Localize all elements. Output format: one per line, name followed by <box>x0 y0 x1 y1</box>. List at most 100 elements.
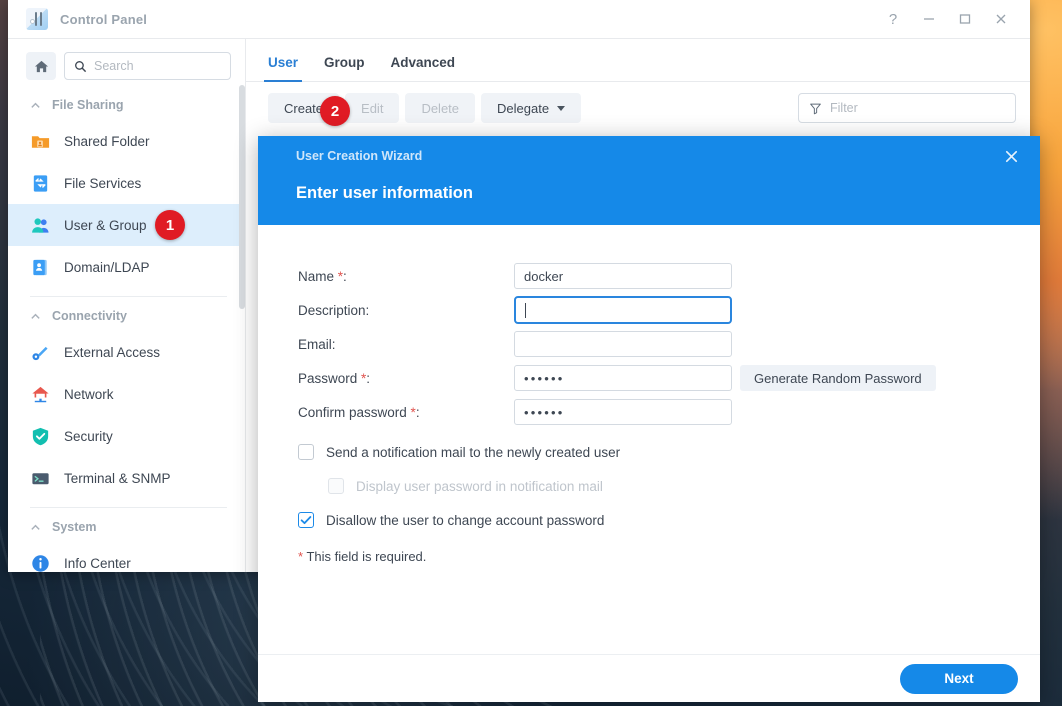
chevron-up-icon <box>30 522 41 533</box>
field-row-name: Name *: docker <box>258 259 1040 293</box>
edit-button[interactable]: Edit <box>345 93 399 123</box>
domain-ldap-icon <box>30 257 51 278</box>
tab-bar: User Group Advanced <box>246 39 1030 82</box>
required-marker: * <box>334 269 343 284</box>
sidebar-item-label: Security <box>64 429 113 444</box>
filter-placeholder: Filter <box>830 101 858 115</box>
delete-button[interactable]: Delete <box>405 93 475 123</box>
required-marker: * <box>357 371 366 386</box>
toolbar: Create Edit Delete Delegate Filter <box>246 82 1030 123</box>
window-controls: ? <box>876 3 1030 35</box>
sidebar-group-file-sharing[interactable]: File Sharing <box>8 90 245 120</box>
next-button[interactable]: Next <box>900 664 1018 694</box>
password-input[interactable]: •••••• <box>514 365 732 391</box>
sidebar-item-label: Domain/LDAP <box>64 260 150 275</box>
password-label-text: Password <box>298 371 357 386</box>
dialog-close-icon[interactable] <box>1000 145 1022 167</box>
required-marker: * <box>407 405 416 420</box>
sidebar-item-label: Shared Folder <box>64 134 150 149</box>
filter-input[interactable]: Filter <box>798 93 1016 123</box>
name-label-text: Name <box>298 269 334 284</box>
sidebar-group-system[interactable]: System <box>8 512 245 542</box>
dialog-heading: Enter user information <box>296 184 1020 203</box>
close-button[interactable] <box>984 3 1018 35</box>
checkbox-row-display-password[interactable]: Display user password in notification ma… <box>258 469 1040 503</box>
dialog-footer: Next <box>258 654 1040 702</box>
shared-folder-icon <box>30 131 51 152</box>
disallow-change-password-checkbox[interactable] <box>298 512 314 528</box>
chevron-up-icon <box>30 311 41 322</box>
checkbox-row-send-notification[interactable]: Send a notification mail to the newly cr… <box>258 435 1040 469</box>
sidebar-item-label: External Access <box>64 345 160 360</box>
sidebar-scrollbar[interactable] <box>239 85 245 309</box>
sidebar-item-info-center[interactable]: Info Center <box>8 542 245 572</box>
tab-advanced[interactable]: Advanced <box>391 55 456 81</box>
sidebar-item-terminal-snmp[interactable]: Terminal & SNMP <box>8 457 245 499</box>
description-label-text: Description <box>298 303 366 318</box>
sidebar-divider <box>30 296 227 297</box>
field-row-description: Description: <box>258 293 1040 327</box>
display-password-checkbox[interactable] <box>328 478 344 494</box>
maximize-button[interactable] <box>948 3 982 35</box>
sidebar-search-row: Search <box>8 39 245 90</box>
description-label: Description: <box>258 303 514 318</box>
dialog-body: Name *: docker Description: Email: <box>258 225 1040 654</box>
tab-user[interactable]: User <box>268 55 298 81</box>
sidebar-item-user-group[interactable]: User & Group <box>8 204 245 246</box>
minimize-button[interactable] <box>912 3 946 35</box>
required-note-mark: * <box>298 549 303 564</box>
text-cursor <box>525 303 526 318</box>
terminal-icon <box>30 468 51 489</box>
sidebar-divider <box>30 507 227 508</box>
confirm-password-input[interactable]: •••••• <box>514 399 732 425</box>
search-placeholder: Search <box>94 59 134 73</box>
tab-group[interactable]: Group <box>324 55 365 81</box>
sidebar: Search File Sharing Shared Folder <box>8 39 246 572</box>
user-creation-wizard-dialog: User Creation Wizard Enter user informat… <box>258 136 1040 702</box>
required-note-text: This field is required. <box>306 549 426 564</box>
send-notification-label: Send a notification mail to the newly cr… <box>326 445 620 460</box>
window-titlebar: Control Panel ? <box>8 0 1030 39</box>
sidebar-item-domain-ldap[interactable]: Domain/LDAP <box>8 246 245 288</box>
search-icon <box>74 60 87 73</box>
confirm-password-input-value: •••••• <box>524 405 565 420</box>
field-row-email: Email: <box>258 327 1040 361</box>
sidebar-item-security[interactable]: Security <box>8 415 245 457</box>
checkbox-row-disallow-change-password[interactable]: Disallow the user to change account pass… <box>258 503 1040 537</box>
sidebar-item-shared-folder[interactable]: Shared Folder <box>8 120 245 162</box>
delegate-button[interactable]: Delegate <box>481 93 581 123</box>
home-button[interactable] <box>26 52 56 80</box>
sidebar-item-label: Terminal & SNMP <box>64 471 171 486</box>
email-input[interactable] <box>514 331 732 357</box>
external-access-icon <box>30 342 51 363</box>
description-input[interactable] <box>514 296 732 324</box>
password-input-value: •••••• <box>524 371 565 386</box>
sidebar-group-label: File Sharing <box>52 98 124 112</box>
help-button[interactable]: ? <box>876 3 910 35</box>
send-notification-checkbox[interactable] <box>298 444 314 460</box>
sidebar-group-connectivity[interactable]: Connectivity <box>8 301 245 331</box>
sidebar-item-external-access[interactable]: External Access <box>8 331 245 373</box>
sidebar-item-network[interactable]: Network <box>8 373 245 415</box>
name-label: Name *: <box>258 269 514 284</box>
password-label: Password *: <box>258 371 514 386</box>
control-panel-icon <box>26 8 48 30</box>
display-password-label: Display user password in notification ma… <box>356 479 603 494</box>
sidebar-item-file-services[interactable]: File Services <box>8 162 245 204</box>
caret-down-icon <box>557 106 565 111</box>
generate-random-password-button[interactable]: Generate Random Password <box>740 365 936 391</box>
sidebar-item-label: Info Center <box>64 556 131 571</box>
field-row-confirm-password: Confirm password *: •••••• <box>258 395 1040 429</box>
sidebar-item-label: Network <box>64 387 114 402</box>
disallow-change-password-label: Disallow the user to change account pass… <box>326 513 604 528</box>
search-input[interactable]: Search <box>64 52 231 80</box>
sidebar-group-label: System <box>52 520 96 534</box>
info-center-icon <box>30 553 51 573</box>
confirm-password-label-text: Confirm password <box>298 405 407 420</box>
delegate-label: Delegate <box>497 101 549 116</box>
network-icon <box>30 384 51 405</box>
sidebar-item-label: User & Group <box>64 218 147 233</box>
name-input[interactable]: docker <box>514 263 732 289</box>
security-shield-icon <box>30 426 51 447</box>
name-input-value: docker <box>524 269 563 284</box>
